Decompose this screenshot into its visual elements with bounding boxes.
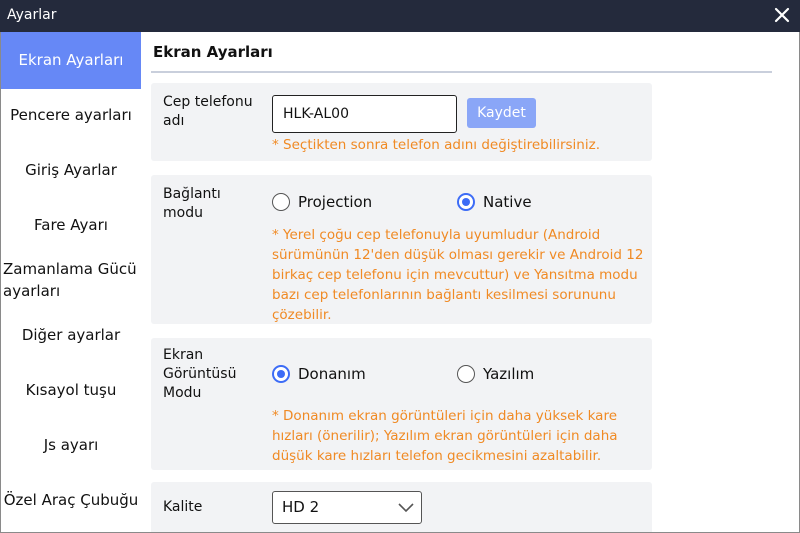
phone-name-card: Cep telefonu adı Kaydet * Seçtikten sonr… — [151, 83, 652, 161]
sidebar-item-ekran-ayarlari[interactable]: Ekran Ayarları — [1, 32, 141, 89]
radio-native-indicator[interactable] — [457, 193, 475, 211]
radio-projection-label: Projection — [298, 193, 373, 211]
quality-select[interactable]: HD 2 — [272, 491, 422, 524]
quality-card: Kalite HD 2 — [151, 482, 652, 532]
title-bar: Ayarlar — [0, 0, 800, 32]
sidebar-item-ozel-arac-cubugu[interactable]: Özel Araç Çubuğu — [1, 489, 141, 511]
title-divider — [151, 71, 772, 73]
sidebar-item-pencere-ayarlari[interactable]: Pencere ayarları — [1, 104, 141, 126]
save-button[interactable]: Kaydet — [467, 98, 536, 128]
sidebar-item-diger-ayarlar[interactable]: Diğer ayarlar — [1, 324, 141, 346]
sidebar-item-js-ayari[interactable]: Js ayarı — [1, 434, 141, 456]
connection-mode-card: Bağlantı modu Projection Native * Yerel … — [151, 175, 652, 324]
screen-display-mode-note: * Donanım ekran görüntüleri için daha yü… — [272, 408, 618, 464]
quality-label: Kalite — [163, 499, 203, 515]
radio-donanim-indicator[interactable] — [272, 365, 290, 383]
radio-projection-indicator[interactable] — [272, 193, 290, 211]
screen-display-mode-card: Ekran Görüntüsü Modu Donanım Yazılım * D… — [151, 338, 652, 470]
radio-yazilim-indicator[interactable] — [457, 365, 475, 383]
window-title: Ayarlar — [7, 7, 57, 23]
radio-native-label: Native — [483, 193, 532, 211]
sidebar: Ekran Ayarları Pencere ayarları Giriş Ay… — [1, 32, 141, 532]
sidebar-item-kisayol-tusu[interactable]: Kısayol tuşu — [1, 379, 141, 401]
radio-donanim-label: Donanım — [298, 365, 366, 383]
sidebar-item-fare-ayari[interactable]: Fare Ayarı — [1, 214, 141, 236]
sidebar-item-giris-ayarlar[interactable]: Giriş Ayarlar — [1, 159, 141, 181]
quality-select-value: HD 2 — [282, 498, 320, 516]
radio-projection[interactable]: Projection — [272, 193, 372, 211]
page-title: Ekran Ayarları — [153, 43, 273, 61]
phone-name-label: Cep telefonu adı — [163, 94, 253, 129]
radio-yazilim-label: Yazılım — [483, 365, 535, 383]
radio-yazilim[interactable]: Yazılım — [457, 365, 534, 383]
sidebar-item-zamanlama-gucu[interactable]: Zamanlama Gücü ayarları — [1, 258, 141, 302]
chevron-down-icon — [398, 503, 414, 513]
screen-display-mode-label: Ekran Görüntüsü Modu — [163, 347, 237, 401]
radio-donanim[interactable]: Donanım — [272, 365, 366, 383]
main-content: Ekran Ayarları Cep telefonu adı Kaydet *… — [151, 32, 799, 532]
phone-name-input[interactable] — [272, 95, 457, 133]
connection-mode-label: Bağlantı modu — [163, 186, 221, 221]
radio-native[interactable]: Native — [457, 193, 532, 211]
connection-mode-note: * Yerel çoğu cep telefonuyla uyumludur (… — [272, 227, 644, 323]
settings-window: Ekran Ayarları Pencere ayarları Giriş Ay… — [0, 32, 800, 533]
close-icon[interactable] — [774, 5, 792, 25]
phone-name-note: * Seçtikten sonra telefon adını değiştir… — [272, 137, 600, 153]
